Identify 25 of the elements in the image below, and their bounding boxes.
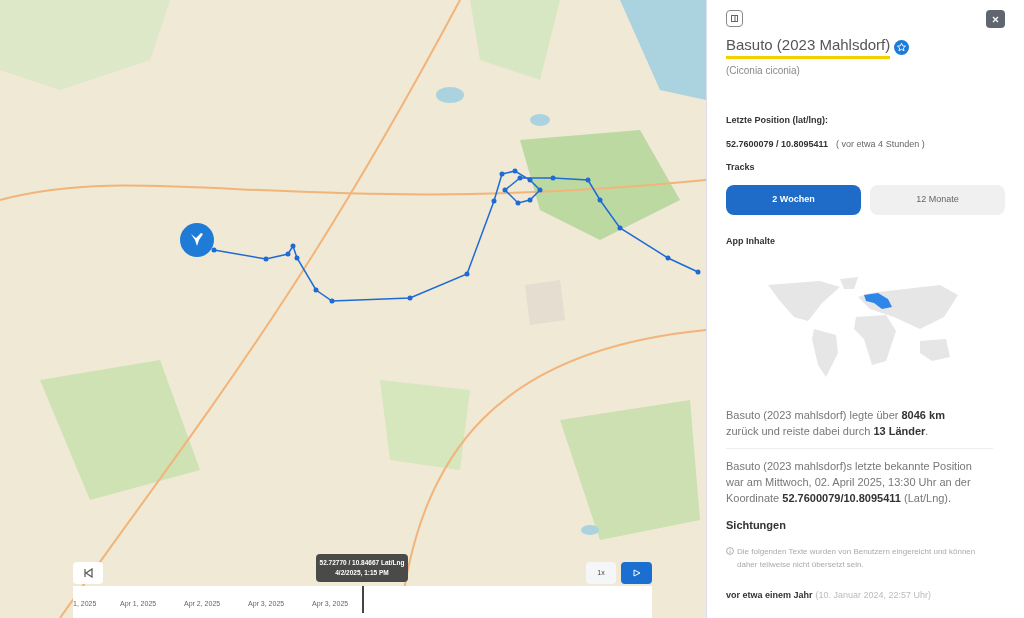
skip-back-icon <box>83 568 93 578</box>
position-age: ( vor etwa 4 Stunden ) <box>836 137 925 151</box>
skip-to-start-button[interactable] <box>73 562 103 584</box>
user-text-notice: Die folgenden Texte wurden von Benutzern eingereicht und können daher teilweise nicht übersetzt sein. <box>737 545 977 571</box>
info-icon <box>726 546 734 555</box>
close-icon <box>992 15 999 23</box>
sidebar-icon <box>731 15 738 22</box>
track-range-tab[interactable]: 2 Wochen <box>726 184 861 215</box>
close-button[interactable] <box>986 10 1005 28</box>
sighting-date: (10. Januar 2024, 22:57 Uhr) <box>815 588 932 602</box>
position-label: Letzte Position (lat/lng): <box>726 114 829 127</box>
track-range-tab[interactable]: 12 Monate <box>870 184 1005 215</box>
app-content-label: App Inhalte <box>726 234 776 248</box>
animal-title: Basuto (2023 Mahlsdorf) <box>726 36 891 59</box>
sightings-heading: Sichtungen <box>726 518 787 533</box>
play-icon <box>632 569 641 577</box>
sighting-time: vor etwa einem Jahr <box>726 588 813 602</box>
panel-toggle-button[interactable] <box>726 10 743 27</box>
distance-summary: Basuto (2023 mahlsdorf) legte über 8046 km zurück und reiste dabei durch 13 Länder. <box>726 408 946 439</box>
last-position-text: Basuto (2023 mahlsdorf)s letzte bekannte Position war am Mittwoch, 02. April 2025, 13:30 Uhr an der Koordinate 52.7600079/10.8095411 (Lat/Lng). <box>726 459 973 506</box>
species-name: (Ciconia ciconia) <box>726 64 801 78</box>
tracks-label: Tracks <box>726 161 756 174</box>
position-coordinates: 52.7600079 / 10.8095411 <box>726 137 829 151</box>
star-icon[interactable] <box>894 40 910 55</box>
play-button[interactable] <box>621 562 652 584</box>
